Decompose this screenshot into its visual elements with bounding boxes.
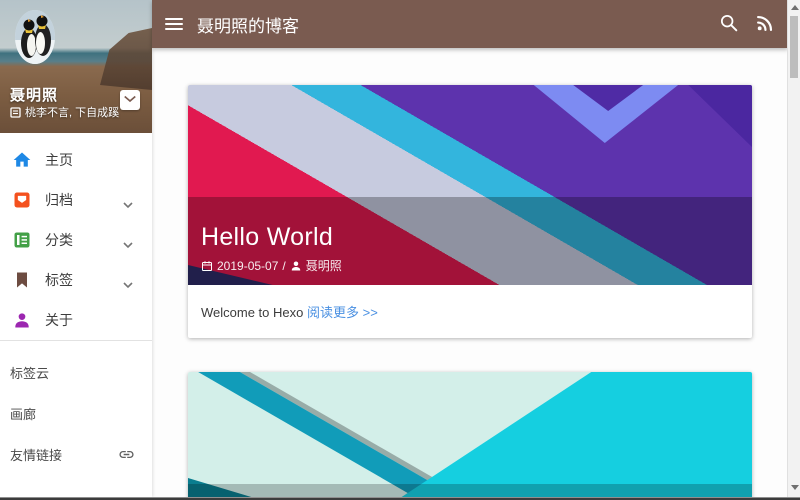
avatar[interactable]	[15, 10, 55, 64]
profile-name: 聂明照	[10, 84, 58, 105]
sidebar-item-label: 关于	[45, 310, 73, 330]
post-card	[188, 372, 752, 500]
post-banner[interactable]	[188, 372, 752, 500]
link-icon	[118, 446, 135, 466]
chevron-down-icon[interactable]	[122, 196, 134, 214]
post-date: 2019-05-07	[217, 259, 278, 273]
read-more-link[interactable]: 阅读更多 >>	[307, 305, 378, 320]
main-content: Hello World 2019-05-07 / 聂明照 Welcome to …	[152, 48, 788, 497]
profile-header: 聂明照 桃李不言, 下自成蹊	[0, 0, 152, 133]
email-icon	[123, 94, 137, 106]
description-icon	[10, 107, 21, 118]
email-button[interactable]	[120, 90, 140, 110]
header-photo-cliff	[100, 28, 152, 90]
post-excerpt: Welcome to Hexo	[201, 305, 303, 320]
sidebar-link-tagcloud[interactable]: 标签云	[0, 352, 152, 393]
post-meta: 2019-05-07 / 聂明照	[201, 257, 342, 274]
post-title[interactable]: Hello World	[201, 223, 333, 252]
page-title: 聂明照的博客	[197, 12, 299, 37]
scroll-down-arrow-icon[interactable]	[791, 485, 799, 490]
sidebar-nav: 主页 归档	[0, 140, 152, 340]
meta-separator: /	[282, 259, 285, 273]
sidebar-item-label: 归档	[45, 190, 73, 210]
sidebar-divider	[0, 340, 152, 341]
about-icon	[12, 310, 32, 330]
sidebar-link-label: 标签云	[10, 363, 49, 382]
categories-icon	[12, 230, 32, 250]
calendar-icon	[201, 260, 213, 272]
archive-icon	[12, 190, 32, 210]
home-icon	[12, 150, 32, 170]
author-icon	[290, 260, 302, 272]
sidebar-link-label: 画廊	[10, 404, 36, 423]
sidebar-item-home[interactable]: 主页	[0, 140, 152, 180]
search-icon[interactable]	[718, 12, 742, 36]
sidebar-item-label: 分类	[45, 230, 73, 250]
sidebar-link-friends[interactable]: 友情链接	[0, 434, 152, 475]
scrollbar-thumb[interactable]	[790, 16, 798, 78]
rss-icon[interactable]	[754, 12, 778, 36]
sidebar-item-label: 主页	[45, 150, 73, 170]
sidebar: 聂明照 桃李不言, 下自成蹊 主页	[0, 0, 152, 497]
sidebar-link-gallery[interactable]: 画廊	[0, 393, 152, 434]
chevron-down-icon[interactable]	[122, 276, 134, 294]
sidebar-item-label: 标签	[45, 270, 73, 290]
vertical-scrollbar[interactable]	[787, 0, 800, 497]
scroll-up-arrow-icon[interactable]	[791, 5, 799, 10]
post-banner[interactable]: Hello World 2019-05-07 / 聂明照	[188, 85, 752, 285]
post-author[interactable]: 聂明照	[306, 257, 342, 274]
tags-icon	[12, 270, 32, 290]
sidebar-item-archive[interactable]: 归档	[0, 180, 152, 220]
chevron-down-icon[interactable]	[122, 236, 134, 254]
sidebar-item-categories[interactable]: 分类	[0, 220, 152, 260]
sidebar-link-label: 友情链接	[10, 445, 62, 464]
sidebar-item-about[interactable]: 关于	[0, 300, 152, 340]
menu-icon[interactable]	[165, 15, 183, 33]
appbar: 聂明照的博客	[152, 0, 788, 48]
profile-motto: 桃李不言, 下自成蹊	[25, 104, 119, 120]
profile-motto-row: 桃李不言, 下自成蹊	[10, 104, 119, 120]
post-card: Hello World 2019-05-07 / 聂明照 Welcome to …	[188, 85, 752, 338]
post-excerpt-row: Welcome to Hexo 阅读更多 >>	[188, 285, 752, 338]
sidebar-links: 标签云 画廊 友情链接	[0, 352, 152, 475]
sidebar-item-tags[interactable]: 标签	[0, 260, 152, 300]
